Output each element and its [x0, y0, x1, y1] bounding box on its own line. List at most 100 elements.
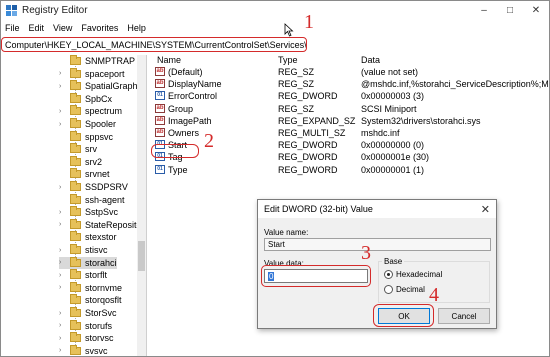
value-row[interactable]: ab Group REG_SZ SCSI Miniport: [149, 103, 549, 116]
tree-item[interactable]: › stisvc: [59, 244, 108, 256]
chevron-right-icon[interactable]: ›: [59, 259, 67, 266]
tree-item[interactable]: stexstor: [59, 231, 117, 243]
cancel-button[interactable]: Cancel: [438, 308, 490, 324]
tree-item[interactable]: › svsvc: [59, 344, 108, 356]
menu-help[interactable]: Help: [127, 23, 146, 33]
chevron-right-icon[interactable]: ›: [59, 83, 67, 90]
tree-item[interactable]: › StateRepositor: [59, 218, 145, 231]
menu-favorites[interactable]: Favorites: [81, 23, 118, 33]
chevron-right-icon[interactable]: ›: [59, 284, 67, 291]
hexadecimal-radio[interactable]: Hexadecimal: [384, 270, 442, 279]
decimal-label: Decimal: [396, 285, 425, 294]
tree-item[interactable]: SpbCx: [59, 92, 112, 105]
string-value-icon: ab: [155, 79, 165, 89]
tree-item[interactable]: › storahci: [59, 256, 117, 269]
tree-item[interactable]: › storufs: [59, 319, 112, 332]
value-data: 0x00000003 (3): [361, 91, 425, 102]
radio-selected-icon: [384, 270, 393, 279]
value-name: ErrorControl: [168, 91, 218, 102]
tree-item[interactable]: › StorSvc: [59, 307, 117, 319]
chevron-right-icon[interactable]: ›: [59, 335, 67, 342]
chevron-right-icon[interactable]: ›: [59, 310, 67, 317]
folder-icon: [70, 130, 81, 141]
dialog-close-icon[interactable]: ✕: [481, 203, 490, 216]
folder-icon: [70, 155, 81, 166]
value-row[interactable]: ab ImagePath REG_EXPAND_SZ System32\drivers…: [149, 115, 549, 128]
tree-item[interactable]: › storflt: [59, 269, 107, 281]
value-row[interactable]: ab DisplayName REG_SZ @mshdc.inf,%storahci_…: [149, 79, 549, 91]
menu-view[interactable]: View: [53, 23, 72, 33]
tree-scrollbar-thumb[interactable]: [138, 241, 145, 271]
chevron-right-icon[interactable]: ›: [59, 108, 67, 115]
value-name: Group: [168, 103, 194, 114]
address-bar[interactable]: Computer\HKEY_LOCAL_MACHINE\SYSTEM\Curre…: [1, 37, 307, 52]
folder-icon: [70, 67, 81, 78]
column-type[interactable]: Type: [278, 55, 298, 65]
annotation-step-4: 4: [429, 284, 439, 306]
tree-item-label: StateRepositor: [85, 219, 145, 230]
chevron-right-icon[interactable]: ›: [59, 221, 67, 228]
chevron-right-icon[interactable]: ›: [59, 322, 67, 329]
chevron-right-icon[interactable]: ›: [59, 247, 67, 254]
column-data[interactable]: Data: [361, 55, 380, 65]
tree-item[interactable]: › SstpSvc: [59, 206, 118, 218]
tree-item-label: storvsc: [85, 333, 114, 344]
chevron-right-icon[interactable]: ›: [59, 184, 67, 191]
tree-item-label: srvnet: [85, 169, 110, 180]
tree-item[interactable]: › SSDPSRV: [59, 181, 128, 193]
tree-item-label: spectrum: [85, 106, 123, 117]
folder-icon: [70, 218, 81, 229]
value-data: 0x0000001e (30): [361, 152, 430, 163]
value-type: REG_EXPAND_SZ: [278, 115, 356, 126]
tree-item-label: srv2: [85, 156, 103, 167]
title-bar: Registry Editor – □ ✕: [1, 1, 549, 20]
chevron-right-icon[interactable]: ›: [59, 70, 67, 77]
chevron-right-icon[interactable]: ›: [59, 347, 67, 354]
value-row[interactable]: 01 Tag REG_DWORD 0x0000001e (30): [149, 152, 549, 164]
tree-item[interactable]: sppsvc: [59, 130, 113, 143]
value-row[interactable]: 01 ErrorControl REG_DWORD 0x00000003 (3): [149, 91, 549, 103]
value-name: ImagePath: [168, 115, 212, 126]
tree-item-label: SstpSvc: [85, 207, 119, 218]
annotation-step-3: 3: [361, 242, 371, 264]
chevron-right-icon[interactable]: ›: [59, 121, 67, 128]
value-row[interactable]: ab (Default) REG_SZ (value not set): [149, 67, 549, 79]
tree-item[interactable]: ssh-agent: [59, 193, 125, 206]
tree-item[interactable]: › SpatialGraphFi: [59, 80, 145, 92]
tree-item-label: svsvc: [85, 345, 108, 356]
tree-item[interactable]: srv: [59, 143, 97, 155]
tree-item[interactable]: › storvsc: [59, 332, 114, 344]
decimal-radio[interactable]: Decimal: [384, 285, 425, 294]
tree-item[interactable]: › stornvme: [59, 281, 122, 294]
close-button[interactable]: ✕: [523, 1, 549, 20]
registry-editor-window: Registry Editor – □ ✕ File Edit View Fav…: [0, 0, 550, 357]
menu-edit[interactable]: Edit: [29, 23, 45, 33]
menu-file[interactable]: File: [5, 23, 20, 33]
folder-icon: [70, 206, 81, 217]
folder-icon: [70, 92, 81, 103]
tree-item-label: storahci: [85, 257, 117, 268]
folder-icon: [70, 80, 81, 91]
tree-item-label: StorSvc: [85, 308, 117, 318]
column-name[interactable]: Name: [157, 55, 181, 65]
maximize-button[interactable]: □: [497, 1, 523, 20]
value-row[interactable]: 01 Type REG_DWORD 0x00000001 (1): [149, 164, 549, 177]
tree-item-label: stexstor: [85, 232, 117, 243]
tree-item[interactable]: srv2: [59, 155, 103, 168]
chevron-right-icon[interactable]: ›: [59, 209, 67, 216]
tree-item[interactable]: › Spooler: [59, 118, 116, 130]
tree-item[interactable]: storqosflt: [59, 294, 122, 306]
value-type: REG_DWORD: [278, 140, 338, 151]
value-data: mshdc.inf: [361, 128, 400, 138]
tree-item[interactable]: › spectrum: [59, 105, 122, 117]
value-name: Owners: [168, 128, 200, 138]
folder-icon: [70, 332, 81, 343]
registry-tree: SNMPTRAP › spaceport › SpatialGraphFi SpbCx › s…: [1, 55, 147, 356]
minimize-button[interactable]: –: [471, 1, 497, 20]
tree-item[interactable]: › spaceport: [59, 67, 125, 80]
folder-icon: [70, 294, 81, 305]
tree-item[interactable]: srvnet: [59, 168, 110, 180]
tree-item[interactable]: SNMPTRAP: [59, 55, 135, 67]
tree-scrollbar[interactable]: [137, 55, 146, 356]
chevron-right-icon[interactable]: ›: [59, 272, 67, 279]
